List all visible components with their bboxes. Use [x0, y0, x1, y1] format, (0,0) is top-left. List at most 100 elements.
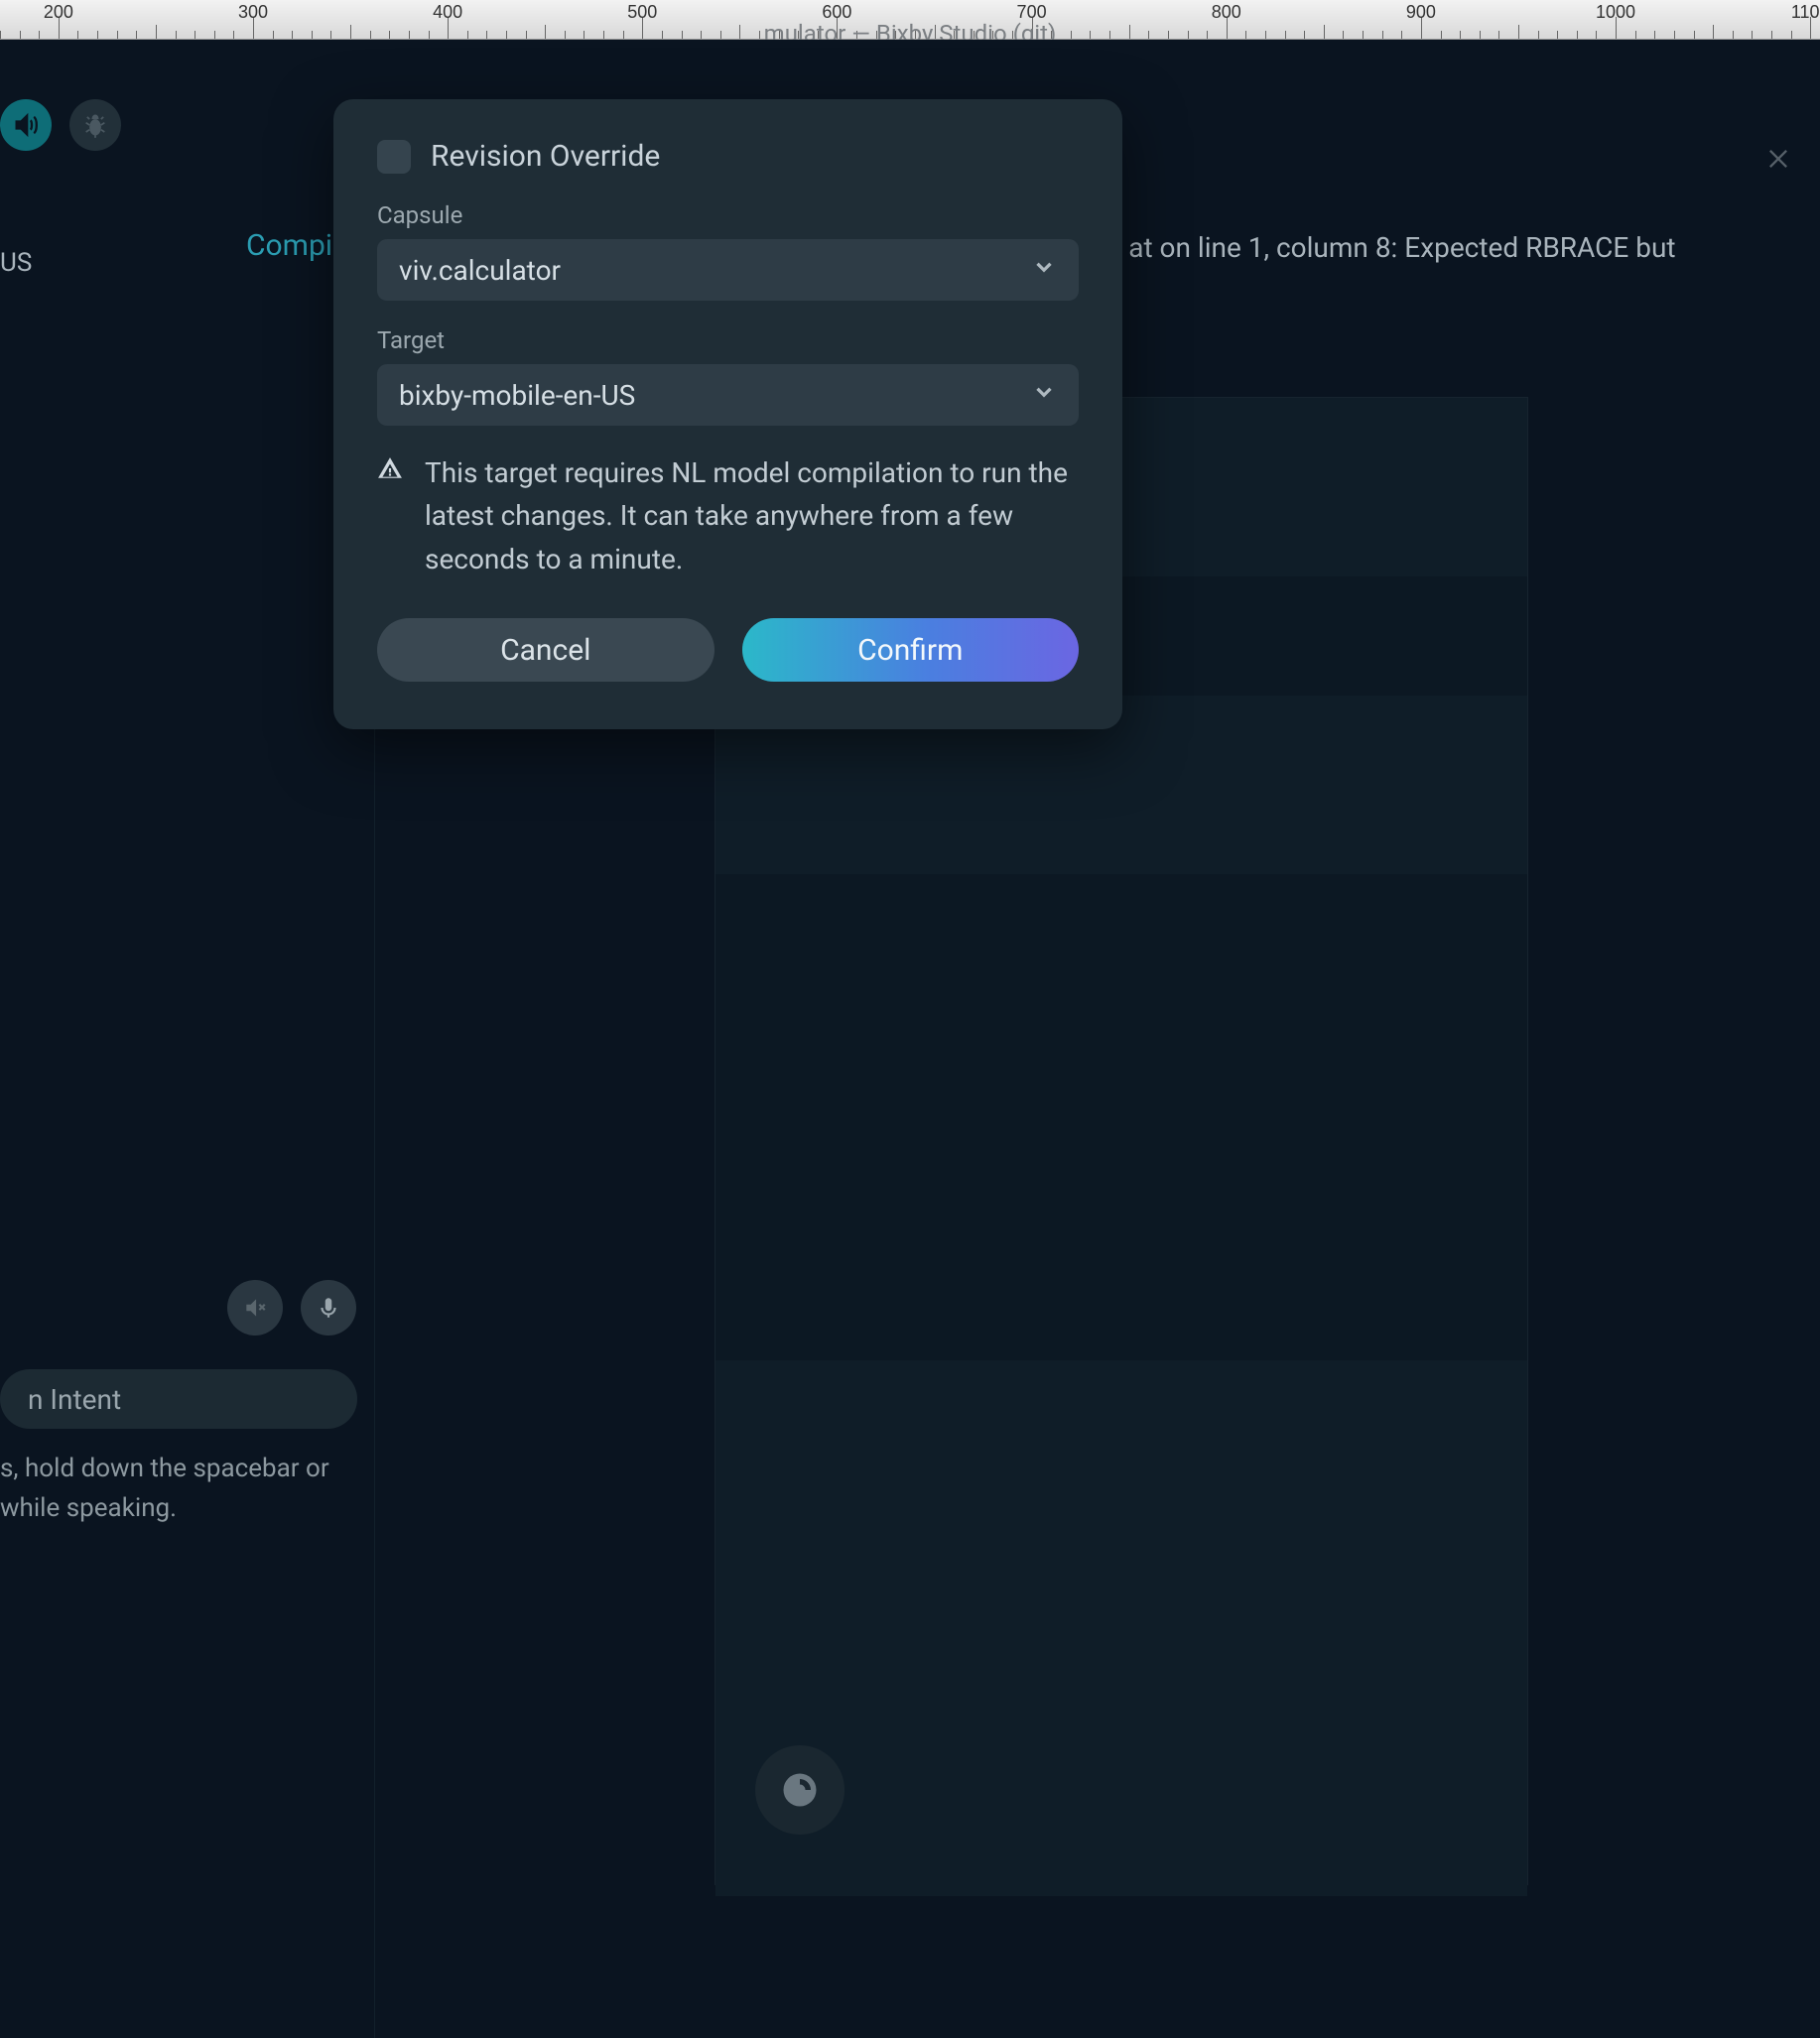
- preview-shade: [715, 1360, 1527, 1896]
- ruler-tick: [1343, 31, 1344, 39]
- ruler-tick: [662, 31, 663, 39]
- ruler-tick: [370, 31, 371, 39]
- warning-row: This target requires NL model compilatio…: [377, 451, 1079, 580]
- ruler-tick: [1498, 31, 1499, 39]
- ruler-tick: [233, 31, 234, 39]
- target-value: bixby-mobile-en-US: [399, 379, 635, 412]
- ruler-tick: [526, 31, 527, 39]
- ruler-label: 600: [822, 2, 851, 23]
- compile-modal: Revision Override Capsule viv.calculator…: [333, 99, 1122, 729]
- ruler-label: 800: [1212, 2, 1241, 23]
- ruler-tick: [1051, 31, 1052, 39]
- ruler-tick: [565, 31, 566, 39]
- intent-placeholder: n Intent: [28, 1383, 121, 1416]
- chevron-down-icon: [1031, 254, 1057, 287]
- ruler-tick: [1207, 31, 1208, 39]
- ruler-label: 400: [433, 2, 462, 23]
- ruler-tick: [1401, 31, 1402, 39]
- ruler-tick: [1245, 31, 1246, 39]
- ruler-tick: [1148, 31, 1149, 39]
- ruler-tick: [992, 31, 993, 39]
- capsule-select[interactable]: viv.calculator: [377, 239, 1079, 301]
- ruler-tick: [915, 31, 916, 39]
- ruler-tick: [429, 31, 430, 39]
- ruler-label: 500: [627, 2, 657, 23]
- revision-override-row: Revision Override: [377, 139, 1079, 174]
- ruler-tick: [701, 31, 702, 39]
- left-panel: n Intent s, hold down the spacebar or wh…: [0, 298, 375, 2038]
- ruler-tick: [1654, 31, 1655, 39]
- ruler-tick: [974, 31, 975, 39]
- ruler-tick: [935, 25, 936, 39]
- ruler-tick: [1518, 25, 1519, 39]
- capsule-value: viv.calculator: [399, 254, 561, 287]
- ruler-tick: [1382, 31, 1383, 39]
- ruler-tick: [1771, 31, 1772, 39]
- ruler-tick: [1109, 31, 1110, 39]
- ruler-label: 700: [1017, 2, 1047, 23]
- ruler-tick: [330, 31, 331, 39]
- ruler-tick: [1188, 31, 1189, 39]
- warning-text: This target requires NL model compilatio…: [425, 451, 1079, 580]
- left-strip: [0, 99, 129, 151]
- bixby-orb[interactable]: [755, 1745, 845, 1835]
- ruler-tick: [136, 31, 137, 39]
- ruler-tick: [818, 31, 819, 39]
- ruler-tick: [292, 31, 293, 39]
- ruler-tick: [350, 25, 351, 39]
- ruler-tick: [1129, 25, 1130, 39]
- confirm-button[interactable]: Confirm: [742, 618, 1080, 682]
- ruler-tick: [954, 31, 955, 39]
- ruler-tick: [214, 31, 215, 39]
- ruler-tick: [623, 31, 624, 39]
- ruler-tick: [1090, 31, 1091, 39]
- ruler-tick: [486, 31, 487, 39]
- ruler-tick: [1012, 31, 1013, 39]
- cancel-button[interactable]: Cancel: [377, 618, 715, 682]
- ruler-tick: [779, 31, 780, 39]
- modal-buttons: Cancel Confirm: [377, 618, 1079, 682]
- ruler-tick: [1713, 25, 1714, 39]
- target-select[interactable]: bixby-mobile-en-US: [377, 364, 1079, 426]
- ruler-tick: [1674, 31, 1675, 39]
- ruler-tick: [1168, 31, 1169, 39]
- microphone-icon[interactable]: [301, 1280, 356, 1336]
- sound-button[interactable]: [0, 99, 52, 151]
- ruler-tick: [1577, 31, 1578, 39]
- ruler-tick: [1635, 31, 1636, 39]
- revision-override-checkbox[interactable]: [377, 140, 411, 174]
- ruler-tick: [856, 31, 857, 39]
- ruler-tick: [1324, 25, 1325, 39]
- ruler-tick: [759, 31, 760, 39]
- ruler-tick: [1460, 31, 1461, 39]
- ruler-tick: [1071, 31, 1072, 39]
- ruler-tick: [156, 25, 157, 39]
- ruler-tick: [20, 31, 21, 39]
- ruler-label: 1000: [1596, 2, 1635, 23]
- ruler-tick: [682, 31, 683, 39]
- target-label: Target: [377, 326, 1079, 354]
- intent-input[interactable]: n Intent: [0, 1369, 357, 1429]
- bug-button[interactable]: [69, 99, 121, 151]
- ruler-tick: [97, 31, 98, 39]
- ruler-tick: [876, 31, 877, 39]
- ruler-tick: [1791, 31, 1792, 39]
- ruler-tick: [273, 31, 274, 39]
- ruler-tick: [77, 31, 78, 39]
- speaker-muted-icon[interactable]: [227, 1280, 283, 1336]
- compile-link[interactable]: Compil: [246, 228, 339, 263]
- revision-override-label: Revision Override: [431, 139, 660, 174]
- hint-text: s, hold down the spacebar or while speak…: [0, 1449, 367, 1529]
- ruler-tick: [1596, 31, 1597, 39]
- close-icon[interactable]: [1758, 139, 1798, 179]
- ruler-tick: [603, 31, 604, 39]
- ruler-tick: [545, 25, 546, 39]
- audio-controls: [0, 1280, 356, 1336]
- ruler-tick: [1694, 31, 1695, 39]
- ruler-tick: [720, 31, 721, 39]
- ruler-tick: [1265, 31, 1266, 39]
- ruler-tick: [506, 31, 507, 39]
- chevron-down-icon: [1031, 379, 1057, 412]
- ruler-tick: [1480, 31, 1481, 39]
- ruler-tick: [798, 31, 799, 39]
